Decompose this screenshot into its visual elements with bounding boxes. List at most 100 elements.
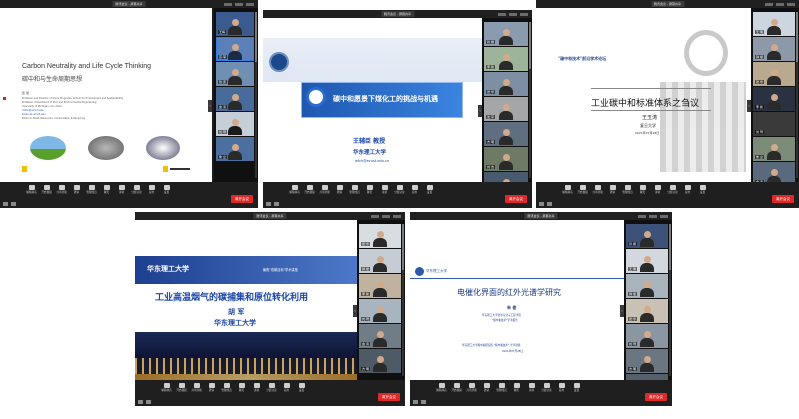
participant-tile[interactable]: 金 涛 [216, 87, 254, 111]
toolbar-video[interactable]: 开启视频 [174, 383, 189, 393]
close-icon[interactable] [660, 214, 668, 218]
close-icon[interactable] [787, 2, 795, 6]
toolbar-apps[interactable]: 应用 [407, 185, 422, 195]
maximize-icon[interactable] [649, 214, 657, 218]
toolbar-members[interactable]: 管理成员 [347, 185, 362, 195]
gallery-scrollbar[interactable] [529, 22, 531, 178]
toolbar-apps[interactable]: 应用 [680, 185, 695, 195]
mic-icon[interactable] [539, 202, 544, 206]
toolbar-chat[interactable]: 聊天 [362, 185, 377, 195]
mic-icon[interactable] [3, 202, 8, 206]
minimize-icon[interactable] [371, 214, 379, 218]
participant-tile[interactable]: 孙 娟 [626, 224, 668, 248]
gallery-scrollbar[interactable] [796, 12, 798, 178]
toolbar-share[interactable]: 共享屏幕 [189, 383, 204, 393]
toolbar-record[interactable]: 录制 [249, 383, 264, 393]
toolbar-video[interactable]: 开启视频 [39, 185, 54, 195]
toolbar-breakout[interactable]: 分组讨论 [129, 185, 144, 195]
toolbar-share[interactable]: 共享屏幕 [317, 185, 332, 195]
toolbar-unmute[interactable]: 解除静音 [287, 185, 302, 195]
participant-tile[interactable]: 高 军 [216, 37, 254, 61]
gallery-scrollbar[interactable] [255, 12, 257, 178]
toolbar-breakout[interactable]: 分组讨论 [539, 383, 554, 393]
gallery-scrollbar[interactable] [402, 224, 404, 376]
toolbar-unmute[interactable]: 解除静音 [434, 383, 449, 393]
maximize-icon[interactable] [235, 2, 243, 6]
participant-tile[interactable]: 方 明 [359, 349, 401, 373]
toolbar-breakout[interactable]: 分组讨论 [665, 185, 680, 195]
toolbar-settings[interactable]: 设置 [294, 383, 309, 393]
minimize-icon[interactable] [765, 2, 773, 6]
participant-tile[interactable]: 钱 庆 [216, 62, 254, 86]
minimize-icon[interactable] [498, 12, 506, 16]
toolbar-settings[interactable]: 设置 [422, 185, 437, 195]
participant-tile[interactable]: 王 明 [626, 249, 668, 273]
maximize-icon[interactable] [776, 2, 784, 6]
maximize-icon[interactable] [382, 214, 390, 218]
mic-icon[interactable] [413, 400, 418, 404]
leave-meeting-button[interactable]: 离开会议 [645, 393, 667, 401]
minimize-icon[interactable] [224, 2, 232, 6]
participant-tile[interactable]: 刘 杰 [484, 147, 528, 171]
participant-tile[interactable]: 王 明 [753, 12, 795, 36]
participant-tile[interactable]: 朱 立 [216, 137, 254, 161]
toolbar-record[interactable]: 录制 [114, 185, 129, 195]
leave-meeting-button[interactable]: 离开会议 [231, 195, 253, 203]
toolbar-breakout[interactable]: 分组讨论 [264, 383, 279, 393]
participant-tile[interactable]: 金 涛 [359, 324, 401, 348]
toolbar-record[interactable]: 录制 [650, 185, 665, 195]
toolbar-invite[interactable]: 邀请 [332, 185, 347, 195]
collapse-gallery-button[interactable]: ‹ [208, 99, 212, 112]
toolbar-video[interactable]: 开启视频 [575, 185, 590, 195]
participant-tile[interactable]: 孙 娟 [484, 22, 528, 46]
participant-tile[interactable]: 钟 斌 [753, 37, 795, 61]
video-icon[interactable] [274, 202, 279, 206]
leave-meeting-button[interactable]: 离开会议 [772, 195, 794, 203]
participant-tile[interactable]: 刘 琦 [216, 112, 254, 136]
gallery-scrollbar[interactable] [669, 224, 671, 376]
maximize-icon[interactable] [509, 12, 517, 16]
participant-tile[interactable]: 张 华 [626, 299, 668, 323]
mic-icon[interactable] [138, 400, 143, 404]
video-icon[interactable] [547, 202, 552, 206]
participant-tile[interactable]: 沈 平 [484, 97, 528, 121]
toolbar-members[interactable]: 管理成员 [494, 383, 509, 393]
participant-tile[interactable]: 金 涛 [753, 162, 795, 182]
toolbar-breakout[interactable]: 分组讨论 [392, 185, 407, 195]
participant-tile[interactable]: 方 明 [484, 122, 528, 146]
close-icon[interactable] [520, 12, 528, 16]
toolbar-share[interactable]: 共享屏幕 [464, 383, 479, 393]
toolbar-share[interactable]: 共享屏幕 [54, 185, 69, 195]
toolbar-chat[interactable]: 聊天 [99, 185, 114, 195]
video-icon[interactable] [421, 400, 426, 404]
toolbar-settings[interactable]: 设置 [569, 383, 584, 393]
close-icon[interactable] [393, 214, 401, 218]
participant-tile[interactable]: 李 新 [753, 87, 795, 111]
participant-tile[interactable]: 钟 斌 [626, 274, 668, 298]
participant-tile[interactable]: 朱 立 [753, 137, 795, 161]
toolbar-members[interactable]: 管理成员 [219, 383, 234, 393]
toolbar-invite[interactable]: 邀请 [69, 185, 84, 195]
toolbar-video[interactable]: 开启视频 [302, 185, 317, 195]
participant-tile[interactable]: 王梅 [216, 12, 254, 36]
toolbar-chat[interactable]: 聊天 [635, 185, 650, 195]
participant-tile[interactable]: 刘 琦 [626, 324, 668, 348]
participant-tile[interactable]: 钟 斌 [359, 249, 401, 273]
toolbar-unmute[interactable]: 解除静音 [159, 383, 174, 393]
toolbar-settings[interactable]: 设置 [695, 185, 710, 195]
video-icon[interactable] [146, 400, 151, 404]
participant-tile[interactable]: 张 华 [753, 62, 795, 86]
participant-tile[interactable]: 方 明 [626, 349, 668, 373]
toolbar-invite[interactable]: 邀请 [479, 383, 494, 393]
toolbar-members[interactable]: 管理成员 [620, 185, 635, 195]
toolbar-apps[interactable]: 应用 [144, 185, 159, 195]
close-icon[interactable] [246, 2, 254, 6]
leave-meeting-button[interactable]: 离开会议 [378, 393, 400, 401]
participant-tile[interactable]: 张 华 [359, 224, 401, 248]
participant-tile[interactable]: 刘 琦 [359, 299, 401, 323]
toolbar-apps[interactable]: 应用 [554, 383, 569, 393]
toolbar-unmute[interactable]: 解除静音 [560, 185, 575, 195]
participant-tile[interactable]: 李 新 [484, 47, 528, 71]
participant-tile[interactable]: 刘 琦 [753, 112, 795, 136]
toolbar-chat[interactable]: 聊天 [234, 383, 249, 393]
